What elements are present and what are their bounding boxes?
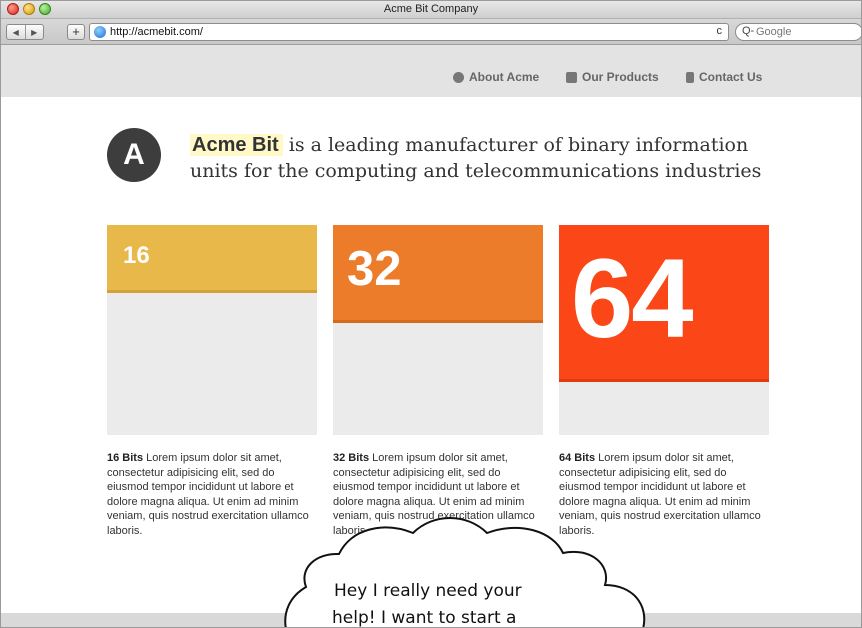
product-description-64: 64 Bits Lorem ipsum dolor sit amet, cons… [559, 451, 771, 538]
nav-products-label: Our Products [582, 70, 659, 84]
forward-arrow-icon[interactable]: ▶ [26, 25, 44, 39]
search-box[interactable]: Q- [735, 23, 861, 41]
browser-toolbar: ◀ ▶ + http://acmebit.com/ c Q- [1, 19, 861, 45]
product-card-64[interactable]: 64 [559, 225, 769, 435]
description-title: 64 Bits [559, 452, 596, 464]
card-fill-bar: 16 [107, 225, 317, 293]
footer-bar [1, 613, 861, 627]
search-icon: Q- [742, 25, 755, 37]
nav-about-label: About Acme [469, 70, 540, 84]
site-navigation: About Acme Our Products Contact Us [1, 45, 861, 97]
product-description-32: 32 Bits Lorem ipsum dolor sit amet, cons… [333, 451, 545, 538]
card-number: 64 [571, 236, 694, 361]
nav-contact[interactable]: Contact Us [686, 70, 762, 84]
phone-icon [686, 71, 694, 83]
product-description-16: 16 Bits Lorem ipsum dolor sit amet, cons… [107, 451, 319, 538]
nav-products[interactable]: Our Products [566, 70, 659, 84]
url-text[interactable]: http://acmebit.com/ [110, 26, 203, 38]
hero-headline: Acme Bit is a leading manufacturer of bi… [190, 132, 790, 184]
description-text: Lorem ipsum dolor sit amet, consectetur … [559, 452, 761, 537]
product-card-16[interactable]: 16 [107, 225, 317, 435]
window-title: Acme Bit Company [383, 3, 479, 15]
reload-button[interactable]: c [717, 25, 723, 37]
nav-contact-label: Contact Us [699, 70, 763, 84]
nav-about[interactable]: About Acme [453, 70, 539, 84]
description-text: Lorem ipsum dolor sit amet, consectetur … [333, 452, 535, 537]
box-icon [566, 71, 577, 83]
card-number: 32 [347, 242, 402, 296]
globe-icon [94, 26, 106, 38]
address-bar[interactable]: http://acmebit.com/ c [89, 23, 729, 41]
add-bookmark-button[interactable]: + [67, 24, 85, 40]
card-number: 16 [123, 242, 150, 269]
brand-name: Acme Bit [190, 134, 283, 156]
acme-logo: A [107, 128, 161, 182]
card-fill-bar: 64 [559, 225, 769, 382]
back-arrow-icon[interactable]: ◀ [7, 25, 26, 39]
description-text: Lorem ipsum dolor sit amet, consectetur … [107, 452, 309, 537]
description-title: 32 Bits [333, 452, 370, 464]
search-input[interactable] [754, 25, 858, 39]
description-title: 16 Bits [107, 452, 144, 464]
circle-icon [453, 71, 464, 83]
back-forward-buttons: ◀ ▶ [6, 24, 44, 40]
card-fill-bar: 32 [333, 225, 543, 323]
browser-window: Acme Bit Company ◀ ▶ + http://acmebit.co… [0, 0, 862, 628]
bubble-line-1: Hey I really need your [334, 581, 522, 601]
product-card-32[interactable]: 32 [333, 225, 543, 435]
title-bar: Acme Bit Company [1, 1, 861, 19]
